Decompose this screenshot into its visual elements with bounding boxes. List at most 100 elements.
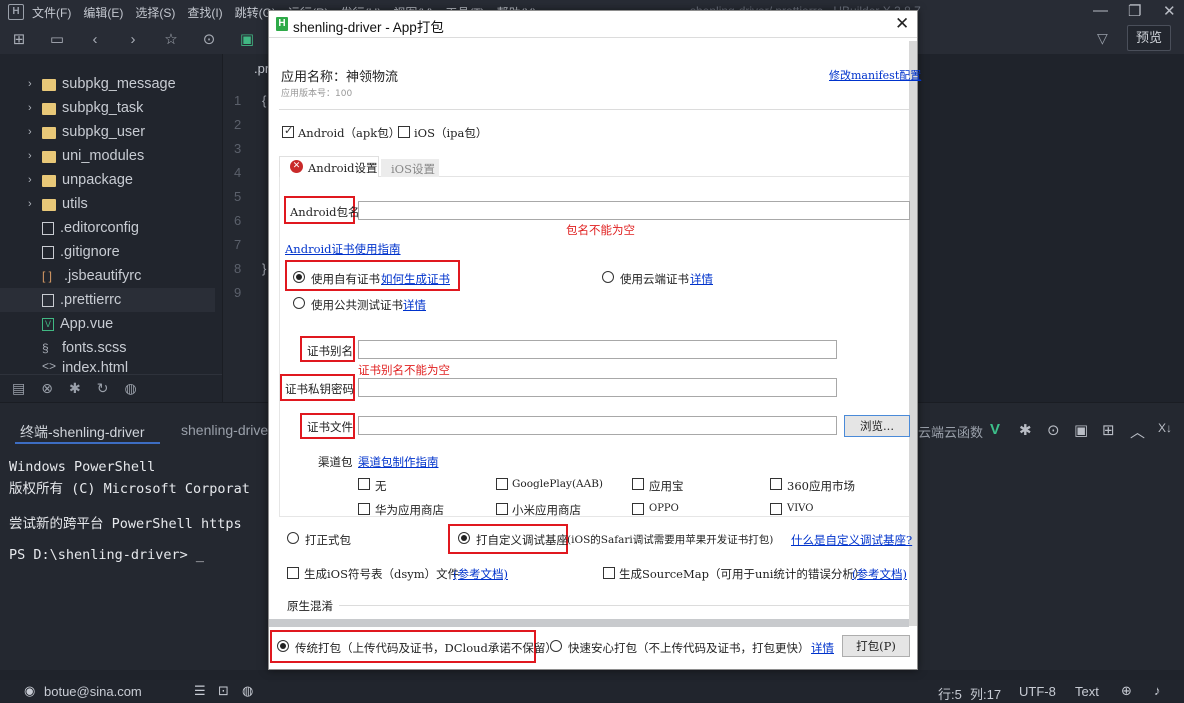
tree-item[interactable]: <> index.html <box>0 360 222 374</box>
new-file-icon[interactable]: ⊞ <box>0 30 38 48</box>
cloud-cert-radio[interactable] <box>602 271 614 283</box>
tree-item[interactable]: § fonts.scss <box>0 336 222 360</box>
channel-vivo-checkbox[interactable] <box>770 503 782 515</box>
terminal-output[interactable]: Windows PowerShell 版权所有 (C) Microsoft Co… <box>0 452 268 670</box>
user-account[interactable]: botue@sina.com <box>44 684 142 699</box>
channel-360-checkbox[interactable] <box>770 478 782 490</box>
minimize-icon[interactable]: — <box>1093 2 1108 19</box>
terminal-tab-active[interactable]: 终端-shenling-driver <box>20 422 144 442</box>
tree-item[interactable]: › subpkg_task <box>0 96 222 120</box>
pack-details-link[interactable]: 详情 <box>811 640 834 656</box>
cloud-globe-icon[interactable]: ◍ <box>242 683 253 699</box>
list-icon[interactable]: ☰ <box>194 683 206 699</box>
chevron-right-icon: › <box>28 174 32 186</box>
stop-icon[interactable]: ▣ <box>1074 421 1088 439</box>
traditional-pack-radio[interactable] <box>277 640 289 652</box>
horizontal-scrollbar[interactable] <box>269 619 909 627</box>
channel-guide-link[interactable]: 渠道包制作指南 <box>358 454 439 470</box>
cloud-functions-tab[interactable]: 云端云函数 <box>918 422 983 441</box>
tree-item[interactable]: [ ] .jsbeautifyrc <box>0 264 222 288</box>
history-icon[interactable]: ↻ <box>97 380 109 397</box>
back-icon[interactable]: ‹ <box>76 31 114 48</box>
uni-app-icon[interactable]: ▣ <box>228 30 266 48</box>
download-icon[interactable]: ⊕ <box>1121 683 1132 699</box>
traditional-pack-label: 传统打包（上传代码及证书，DCloud承诺不保留） <box>295 641 557 655</box>
chevron-right-icon: › <box>28 198 32 210</box>
tree-item[interactable]: › unpackage <box>0 168 222 192</box>
star-icon[interactable]: ☆ <box>152 30 190 48</box>
tab-ios-settings[interactable]: iOS设置 <box>381 159 439 177</box>
channel-yingyongbao-checkbox[interactable] <box>632 478 644 490</box>
bug-icon[interactable]: ✱ <box>1019 421 1032 439</box>
tree-item-label: .jsbeautifyrc <box>64 268 142 284</box>
save-icon[interactable]: ▭ <box>38 30 76 48</box>
tab-android-settings[interactable]: ✕ Android设置 <box>279 156 379 177</box>
dsym-checkbox[interactable] <box>287 567 299 579</box>
cert-alias-input[interactable] <box>358 340 837 359</box>
tree-item[interactable]: › subpkg_user <box>0 120 222 144</box>
android-checkbox[interactable] <box>282 124 294 138</box>
tree-item[interactable]: V App.vue <box>0 312 222 336</box>
how-to-generate-cert-link[interactable]: 如何生成证书 <box>381 271 450 287</box>
public-cert-details-link[interactable]: 详情 <box>403 297 426 313</box>
menu-file[interactable]: 文件(F) <box>32 4 71 21</box>
tree-item[interactable]: › uni_modules <box>0 144 222 168</box>
android-cert-guide-link[interactable]: Android证书使用指南 <box>285 241 401 257</box>
sourcemap-docs-link[interactable]: (参考文档) <box>852 566 907 582</box>
browse-button[interactable]: 浏览... <box>844 415 910 437</box>
cert-file-input[interactable] <box>358 416 837 435</box>
release-build-radio[interactable] <box>287 532 299 544</box>
close-icon[interactable]: ✕ <box>895 14 909 34</box>
menu-edit[interactable]: 编辑(E) <box>83 4 123 21</box>
own-cert-radio[interactable] <box>293 271 305 283</box>
package-name-input[interactable] <box>358 201 910 220</box>
cert-password-input[interactable] <box>358 378 837 397</box>
dsym-docs-link[interactable]: (参考文档) <box>453 566 508 582</box>
channel-xiaomi-checkbox[interactable] <box>496 503 508 515</box>
fast-pack-radio[interactable] <box>550 640 562 652</box>
sourcemap-checkbox[interactable] <box>603 567 615 579</box>
debug-icon[interactable]: ✱ <box>69 380 81 397</box>
chevron-up-icon[interactable]: ︿ <box>1130 421 1145 442</box>
folder-icon <box>42 175 56 187</box>
tree-item[interactable]: .editorconfig <box>0 216 222 240</box>
channel-oppo-checkbox[interactable] <box>632 503 644 515</box>
close-window-icon[interactable]: ✕ <box>1163 2 1176 20</box>
channel-none-checkbox[interactable] <box>358 478 370 490</box>
run-icon[interactable]: ⊙ <box>190 30 228 48</box>
status-bar: ◉ botue@sina.com ☰ ⊡ ◍ 行:5 列:17 UTF-8 Te… <box>0 680 1184 702</box>
ios-checkbox[interactable] <box>398 126 410 138</box>
clear-scroll-icon[interactable]: X↓ <box>1158 421 1172 435</box>
run-console-icon[interactable]: ⊙ <box>1047 421 1060 439</box>
maximize-icon[interactable]: ❐ <box>1128 2 1141 20</box>
what-is-custom-base-link[interactable]: 什么是自定义调试基座? <box>791 532 912 548</box>
explorer-icon[interactable]: ▤ <box>12 380 25 397</box>
user-icon[interactable]: ◉ <box>24 683 35 699</box>
public-test-cert-radio[interactable] <box>293 297 305 309</box>
modify-manifest-link[interactable]: 修改manifest配置 <box>829 67 921 83</box>
encoding[interactable]: UTF-8 <box>1019 684 1056 699</box>
filter-icon[interactable]: ▽ <box>1097 30 1108 47</box>
custom-base-radio[interactable] <box>458 532 470 544</box>
custom-base-label: 打自定义调试基座 <box>476 533 568 547</box>
terminal-icon[interactable]: ⊡ <box>218 683 229 699</box>
channel-googleplay-checkbox[interactable] <box>496 478 508 490</box>
tree-item[interactable]: › subpkg_message <box>0 72 222 96</box>
menu-select[interactable]: 选择(S) <box>135 4 175 21</box>
menu-find[interactable]: 查找(I) <box>187 4 222 21</box>
cloud-cert-details-link[interactable]: 详情 <box>690 271 713 287</box>
tree-item-selected[interactable]: .prettierrc <box>0 288 215 312</box>
channel-huawei-checkbox[interactable] <box>358 503 370 515</box>
vue-icon[interactable]: V <box>990 421 1000 438</box>
preview-button[interactable]: 预览 <box>1127 25 1171 51</box>
tree-item[interactable]: › utils <box>0 192 222 216</box>
language-mode[interactable]: Text <box>1075 684 1099 699</box>
binoculars-icon[interactable]: ⊗ <box>41 380 53 397</box>
forward-icon[interactable]: › <box>114 31 152 48</box>
terminal-tab[interactable]: shenling-driver <box>181 422 273 438</box>
cloud-globe-icon[interactable]: ◍ <box>124 380 136 397</box>
tree-item[interactable]: .gitignore <box>0 240 222 264</box>
notification-bell-icon[interactable]: ♪ <box>1154 683 1161 698</box>
pack-button[interactable]: 打包(P) <box>842 635 910 657</box>
new-terminal-icon[interactable]: ⊞ <box>1102 421 1115 439</box>
